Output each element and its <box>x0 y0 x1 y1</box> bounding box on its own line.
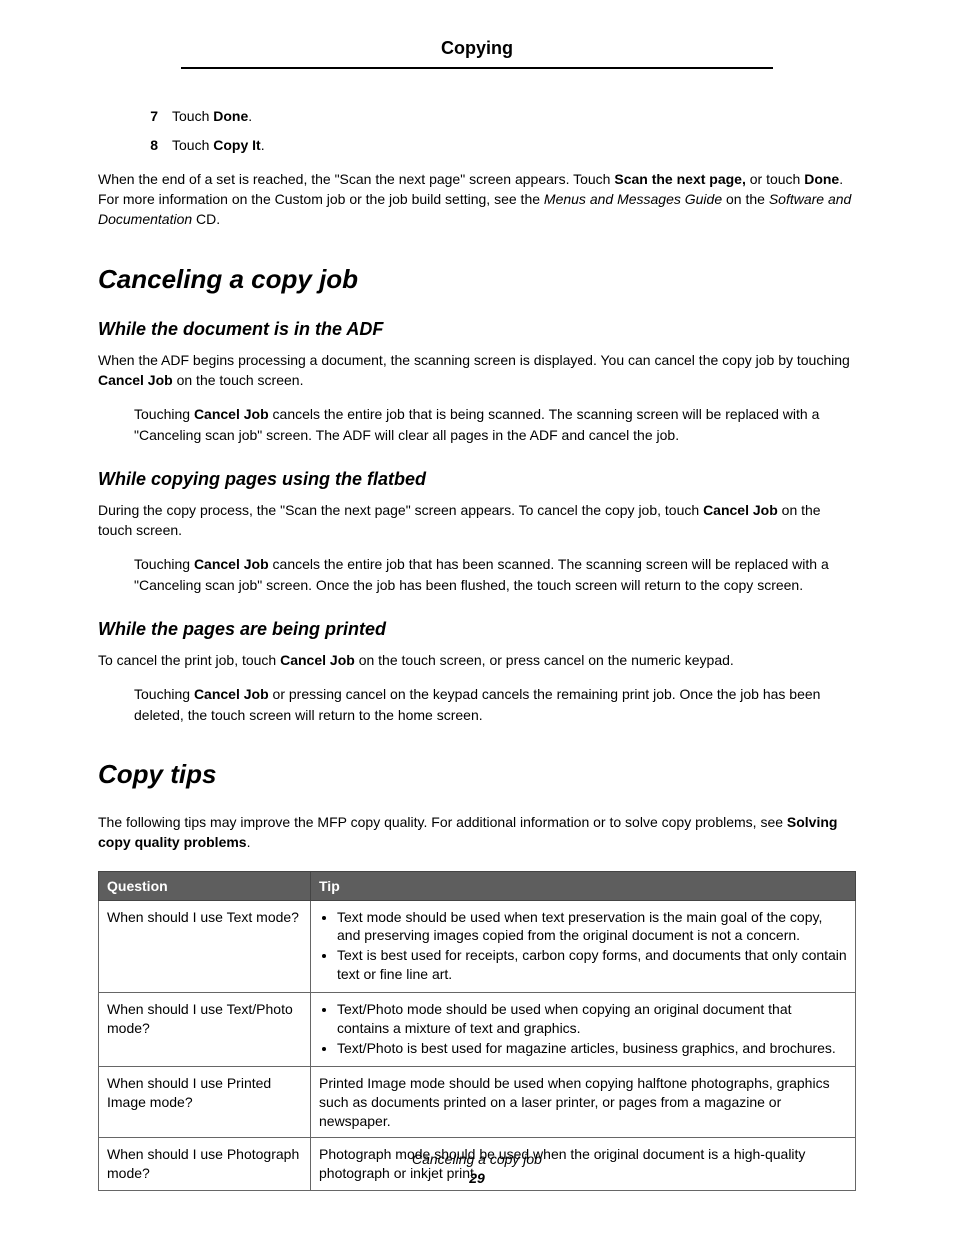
subheading-printed: While the pages are being printed <box>98 619 856 640</box>
text: To cancel the print job, touch <box>98 652 280 668</box>
tip-list-item: Text/Photo mode should be used when copy… <box>337 1000 847 1038</box>
table-cell-question: When should I use Text/Photo mode? <box>99 993 311 1067</box>
tip-list-item: Text/Photo is best used for magazine art… <box>337 1039 847 1058</box>
bold-text: Scan the next page, <box>614 171 745 187</box>
paragraph-indented: Touching Cancel Job or pressing cancel o… <box>134 684 856 725</box>
table-row: When should I use Text/Photo mode? Text/P… <box>99 993 856 1067</box>
bold-text: Cancel Job <box>703 502 778 518</box>
table-header-question: Question <box>99 871 311 900</box>
paragraph: The following tips may improve the MFP c… <box>98 812 856 853</box>
text: on the touch screen, or press cancel on … <box>355 652 734 668</box>
paragraph: When the ADF begins processing a documen… <box>98 350 856 391</box>
step-text: Touch Done. <box>172 107 856 126</box>
bold-text: Cancel Job <box>194 406 269 422</box>
text: During the copy process, the "Scan the n… <box>98 502 703 518</box>
bold-text: Done <box>804 171 839 187</box>
text: . <box>248 108 252 124</box>
tip-list: Text mode should be used when text prese… <box>319 908 847 985</box>
bold-text: Cancel Job <box>98 372 173 388</box>
step-row: 7 Touch Done. <box>134 107 856 126</box>
table-cell-tip: Printed Image mode should be used when c… <box>311 1066 856 1138</box>
tips-table: Question Tip When should I use Text mode… <box>98 871 856 1192</box>
footer-section-title: Canceling a copy job <box>0 1150 954 1170</box>
table-header-tip: Tip <box>311 871 856 900</box>
page-footer: Canceling a copy job 29 <box>0 1150 954 1189</box>
text: on the touch screen. <box>173 372 304 388</box>
bold-text: Cancel Job <box>194 686 269 702</box>
bold-text: Cancel Job <box>280 652 355 668</box>
step-number: 8 <box>134 137 158 153</box>
table-cell-question: When should I use Printed Image mode? <box>99 1066 311 1138</box>
text: Touch <box>172 108 213 124</box>
heading-copy-tips: Copy tips <box>98 759 856 790</box>
step-number: 7 <box>134 108 158 124</box>
italic-text: Menus and Messages Guide <box>544 191 722 207</box>
step-text: Touch Copy It. <box>172 136 856 155</box>
page-header-title: Copying <box>181 38 773 69</box>
table-cell-tip: Text mode should be used when text prese… <box>311 900 856 993</box>
text: When the end of a set is reached, the "S… <box>98 171 614 187</box>
text: Touch <box>172 137 213 153</box>
bold-text: Cancel Job <box>194 556 269 572</box>
text: When the ADF begins processing a documen… <box>98 352 850 368</box>
text: Touching <box>134 556 194 572</box>
text: or touch <box>746 171 804 187</box>
bold-text: Done <box>213 108 248 124</box>
paragraph: To cancel the print job, touch Cancel Jo… <box>98 650 856 670</box>
table-row: When should I use Text mode? Text mode sh… <box>99 900 856 993</box>
table-row: When should I use Printed Image mode?Pri… <box>99 1066 856 1138</box>
table-cell-tip: Text/Photo mode should be used when copy… <box>311 993 856 1067</box>
bold-text: Copy It <box>213 137 260 153</box>
footer-page-number: 29 <box>0 1169 954 1189</box>
subheading-adf: While the document is in the ADF <box>98 319 856 340</box>
paragraph-indented: Touching Cancel Job cancels the entire j… <box>134 404 856 445</box>
step-row: 8 Touch Copy It. <box>134 136 856 155</box>
table-cell-question: When should I use Text mode? <box>99 900 311 993</box>
step-list: 7 Touch Done. 8 Touch Copy It. <box>134 107 856 155</box>
text: . <box>247 834 251 850</box>
text: . <box>261 137 265 153</box>
text: on the <box>722 191 769 207</box>
subheading-flatbed: While copying pages using the flatbed <box>98 469 856 490</box>
text: Touching <box>134 686 194 702</box>
tip-list-item: Text is best used for receipts, carbon c… <box>337 946 847 984</box>
paragraph-indented: Touching Cancel Job cancels the entire j… <box>134 554 856 595</box>
tip-list: Text/Photo mode should be used when copy… <box>319 1000 847 1058</box>
text: Touching <box>134 406 194 422</box>
heading-canceling: Canceling a copy job <box>98 264 856 295</box>
paragraph: During the copy process, the "Scan the n… <box>98 500 856 541</box>
text: CD. <box>192 211 220 227</box>
tip-list-item: Text mode should be used when text prese… <box>337 908 847 946</box>
text: The following tips may improve the MFP c… <box>98 814 787 830</box>
paragraph: When the end of a set is reached, the "S… <box>98 169 856 230</box>
